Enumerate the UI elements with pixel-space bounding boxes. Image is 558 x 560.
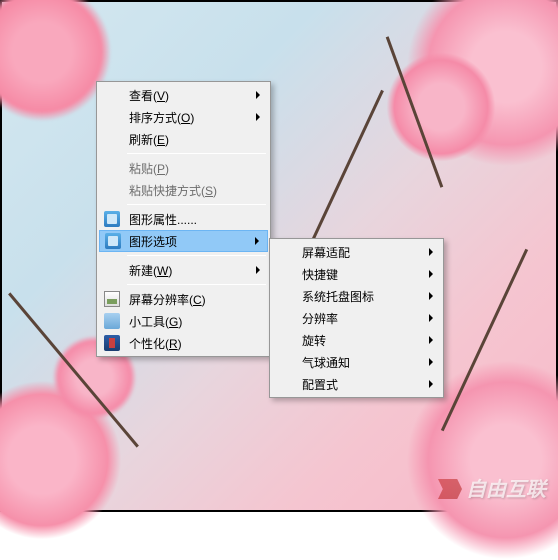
menu-item-paste-shortcut: 粘贴快捷方式(S): [99, 179, 268, 201]
graphics-icon: [104, 211, 120, 227]
submenu-item-tray-icon[interactable]: 系统托盘图标: [272, 285, 441, 307]
desktop-context-menu: 查看(V) 排序方式(O) 刷新(E) 粘贴(P) 粘贴快捷方式(S) 图形属性…: [96, 81, 271, 357]
menu-label: 系统托盘图标: [302, 288, 374, 305]
menu-label: 粘贴快捷方式(S): [129, 182, 217, 199]
personalize-icon: [104, 335, 120, 351]
menu-divider: [127, 255, 266, 256]
menu-label: 屏幕适配: [302, 244, 350, 261]
menu-item-graphics-properties[interactable]: 图形属性......: [99, 208, 268, 230]
menu-item-new[interactable]: 新建(W): [99, 259, 268, 281]
submenu-item-resolution[interactable]: 分辨率: [272, 307, 441, 329]
submenu-arrow-icon: [429, 380, 433, 388]
menu-label: 快捷键: [302, 266, 338, 283]
menu-label: 小工具(G): [129, 313, 182, 330]
menu-item-screen-resolution[interactable]: 屏幕分辨率(C): [99, 288, 268, 310]
menu-divider: [127, 284, 266, 285]
menu-divider: [127, 153, 266, 154]
menu-label: 图形属性......: [129, 211, 197, 228]
submenu-arrow-icon: [429, 292, 433, 300]
menu-item-paste: 粘贴(P): [99, 157, 268, 179]
gadget-icon: [104, 313, 120, 329]
submenu-arrow-icon: [429, 314, 433, 322]
menu-label: 粘贴(P): [129, 160, 169, 177]
menu-label: 屏幕分辨率(C): [129, 291, 206, 308]
menu-label: 个性化(R): [129, 335, 182, 352]
menu-label: 新建(W): [129, 262, 172, 279]
menu-label: 气球通知: [302, 354, 350, 371]
menu-item-graphics-options[interactable]: 图形选项: [99, 230, 268, 252]
menu-label: 分辨率: [302, 310, 338, 327]
menu-item-personalize[interactable]: 个性化(R): [99, 332, 268, 354]
submenu-item-profile[interactable]: 配置式: [272, 373, 441, 395]
monitor-icon: [104, 291, 120, 307]
submenu-arrow-icon: [256, 91, 260, 99]
menu-label: 图形选项: [129, 233, 177, 250]
menu-item-sort[interactable]: 排序方式(O): [99, 106, 268, 128]
menu-label: 配置式: [302, 376, 338, 393]
menu-item-view[interactable]: 查看(V): [99, 84, 268, 106]
submenu-arrow-icon: [429, 270, 433, 278]
submenu-arrow-icon: [256, 113, 260, 121]
submenu-item-rotate[interactable]: 旋转: [272, 329, 441, 351]
menu-item-gadgets[interactable]: 小工具(G): [99, 310, 268, 332]
menu-label: 排序方式(O): [129, 109, 194, 126]
desktop-background[interactable]: 查看(V) 排序方式(O) 刷新(E) 粘贴(P) 粘贴快捷方式(S) 图形属性…: [2, 2, 556, 510]
menu-divider: [127, 204, 266, 205]
menu-item-refresh[interactable]: 刷新(E): [99, 128, 268, 150]
submenu-arrow-icon: [429, 248, 433, 256]
submenu-arrow-icon: [255, 237, 259, 245]
submenu-arrow-icon: [429, 358, 433, 366]
submenu-arrow-icon: [429, 336, 433, 344]
graphics-icon: [105, 233, 121, 249]
menu-label: 查看(V): [129, 87, 169, 104]
submenu-arrow-icon: [256, 266, 260, 274]
submenu-item-balloon[interactable]: 气球通知: [272, 351, 441, 373]
submenu-item-hotkey[interactable]: 快捷键: [272, 263, 441, 285]
menu-label: 旋转: [302, 332, 326, 349]
watermark-text: 自由互联: [438, 473, 546, 502]
submenu-item-screen-fit[interactable]: 屏幕适配: [272, 241, 441, 263]
menu-label: 刷新(E): [129, 131, 169, 148]
graphics-options-submenu: 屏幕适配 快捷键 系统托盘图标 分辨率 旋转 气球通知 配置式: [269, 238, 444, 398]
